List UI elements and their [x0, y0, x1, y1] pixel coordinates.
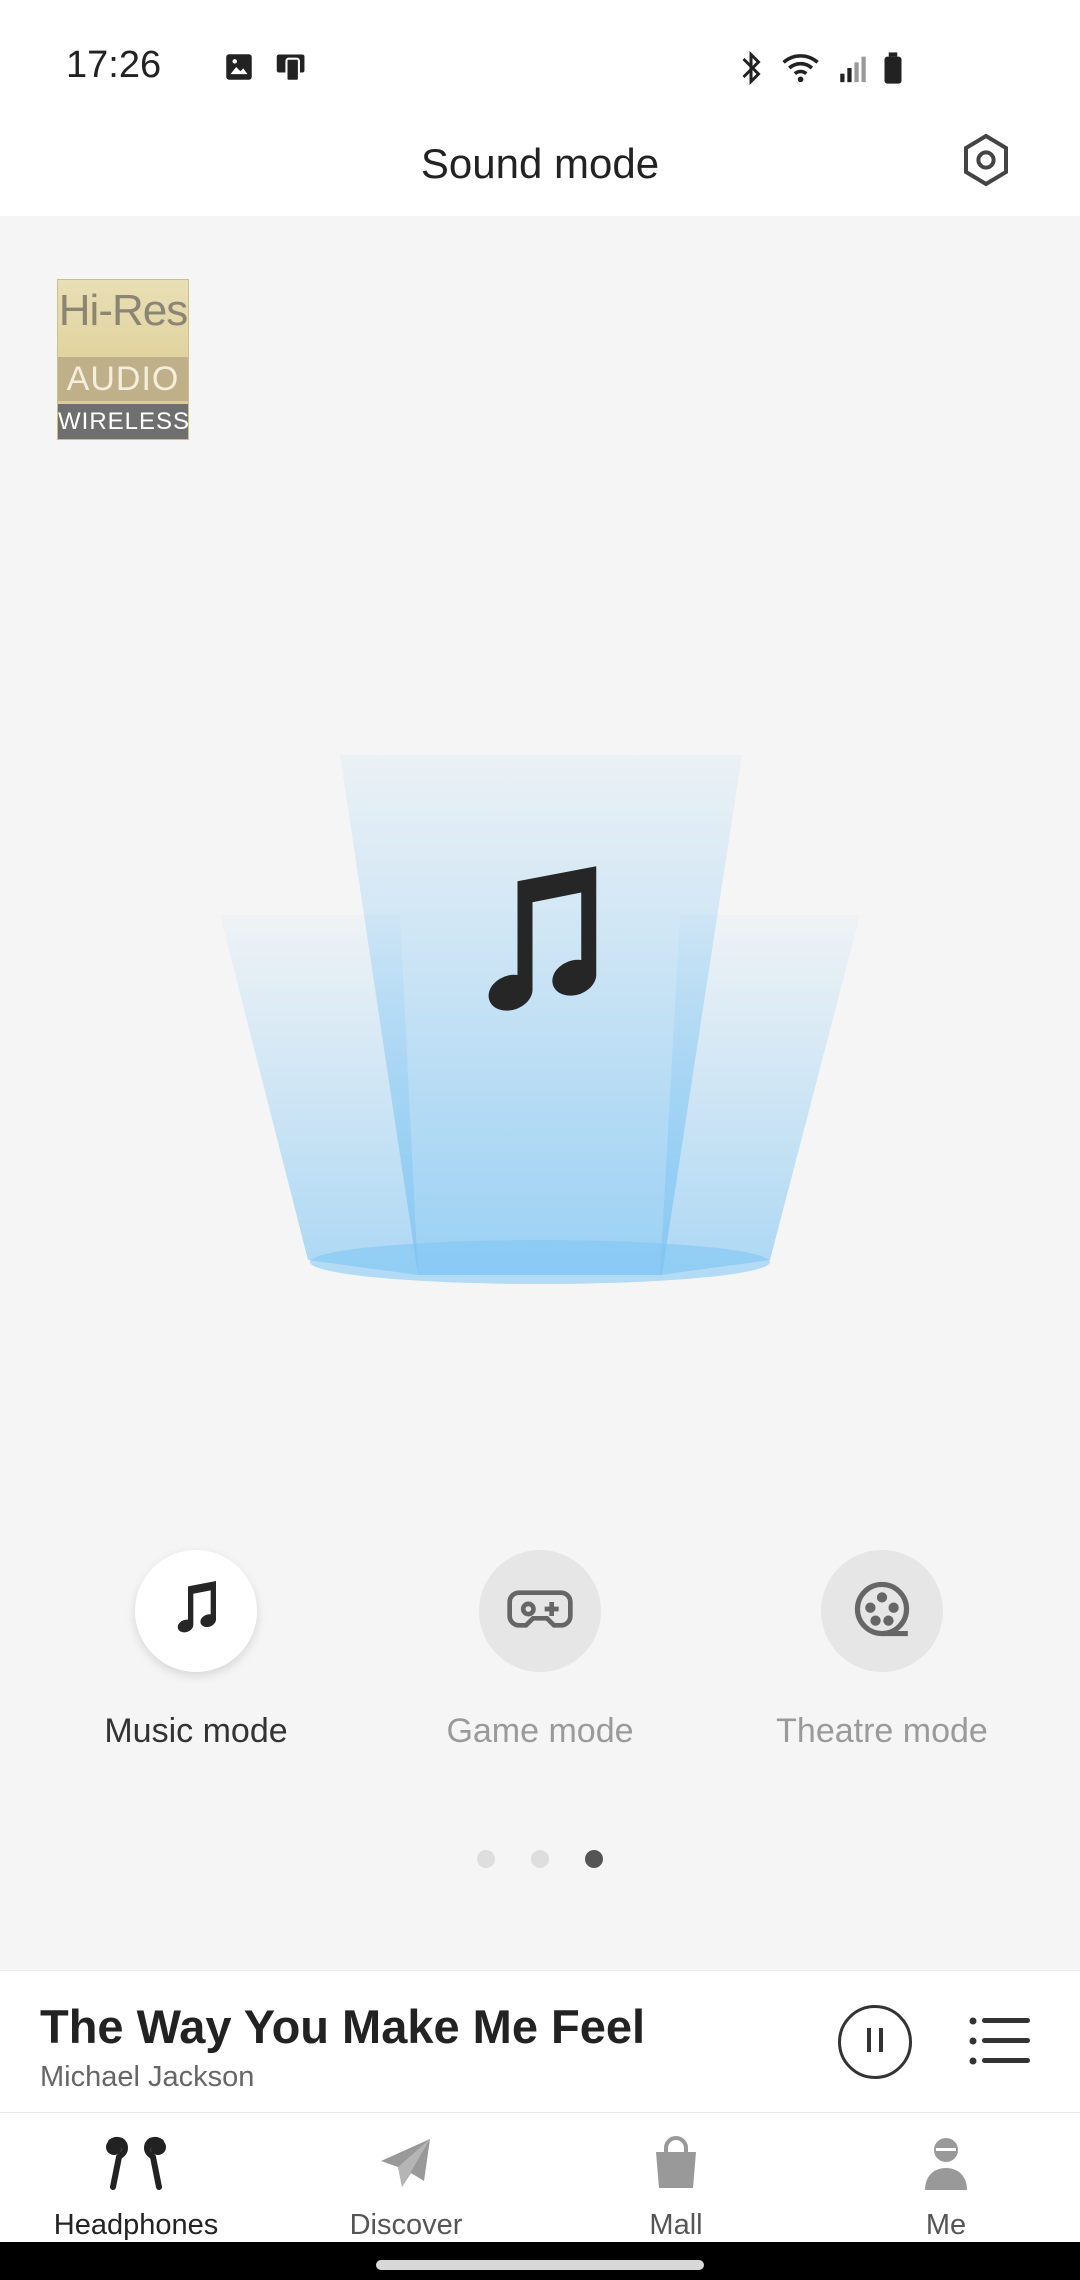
- pause-button[interactable]: [838, 2005, 912, 2079]
- game-mode-label: Game mode: [446, 1712, 634, 1750]
- music-mode-button[interactable]: [135, 1550, 257, 1672]
- tab-headphones[interactable]: Headphones: [26, 2135, 246, 2242]
- tab-discover-label: Discover: [349, 2209, 463, 2241]
- page-indicator: [0, 1850, 1080, 1868]
- bluetooth-icon: [736, 50, 766, 91]
- gamepad-icon: [505, 1581, 575, 1642]
- tab-discover[interactable]: Discover: [296, 2135, 516, 2242]
- music-note-icon: [450, 855, 630, 1040]
- theatre-mode-label: Theatre mode: [776, 1712, 988, 1750]
- track-artist: Michael Jackson: [40, 2061, 255, 2093]
- screen-cast-icon: [274, 50, 310, 89]
- mode-selector: Music mode Game mode Theatre mode: [0, 1550, 1080, 1780]
- now-playing-bar[interactable]: The Way You Make Me Feel Michael Jackson: [0, 1970, 1080, 2113]
- theatre-mode-button[interactable]: [821, 1550, 943, 1672]
- app-bar: Sound mode: [0, 130, 1080, 216]
- settings-icon: [960, 132, 1012, 193]
- battery-icon: [882, 51, 904, 90]
- badge-line-3: WIRELESS: [58, 404, 188, 439]
- person-icon: [923, 2136, 969, 2195]
- music-mode-option[interactable]: Music mode: [36, 1550, 356, 1751]
- pause-icon: [862, 2025, 888, 2060]
- game-mode-option[interactable]: Game mode: [380, 1550, 700, 1751]
- settings-button[interactable]: [954, 130, 1018, 194]
- playlist-button[interactable]: [968, 2013, 1032, 2069]
- paper-plane-icon: [378, 2137, 434, 2194]
- hires-audio-badge: Hi-Res AUDIO WIRELESS: [57, 279, 189, 440]
- tab-mall[interactable]: Mall: [566, 2135, 786, 2242]
- page-dot[interactable]: [531, 1850, 549, 1868]
- track-title: The Way You Make Me Feel: [40, 2000, 646, 2053]
- page-title: Sound mode: [420, 140, 660, 187]
- status-bar: 17:26: [0, 0, 1080, 130]
- tab-me[interactable]: Me: [836, 2135, 1056, 2242]
- film-reel-icon: [851, 1578, 913, 1645]
- music-note-icon: [164, 1577, 228, 1646]
- badge-line-1: Hi-Res: [58, 286, 188, 335]
- shopping-bag-icon: [652, 2135, 700, 2195]
- sound-mode-illustration: [200, 740, 880, 1300]
- earbuds-icon: [99, 2136, 173, 2195]
- home-gesture-handle[interactable]: [376, 2260, 704, 2270]
- system-nav-bar: [0, 2242, 1080, 2280]
- badge-line-2: AUDIO: [58, 357, 188, 401]
- image-icon: [222, 50, 256, 89]
- page-dot-active[interactable]: [585, 1850, 603, 1868]
- tab-me-label: Me: [925, 2209, 967, 2241]
- status-time: 17:26: [66, 44, 162, 86]
- wifi-icon: [780, 51, 824, 90]
- tab-headphones-label: Headphones: [53, 2209, 219, 2241]
- theatre-mode-option[interactable]: Theatre mode: [722, 1550, 1042, 1751]
- music-mode-label: Music mode: [104, 1712, 288, 1750]
- signal-icon: [838, 51, 868, 90]
- tab-mall-label: Mall: [649, 2209, 703, 2241]
- bottom-tab-bar: Headphones Discover Mall Me: [0, 2112, 1080, 2243]
- playlist-icon: [968, 2017, 1032, 2073]
- page-dot[interactable]: [477, 1850, 495, 1868]
- game-mode-button[interactable]: [479, 1550, 601, 1672]
